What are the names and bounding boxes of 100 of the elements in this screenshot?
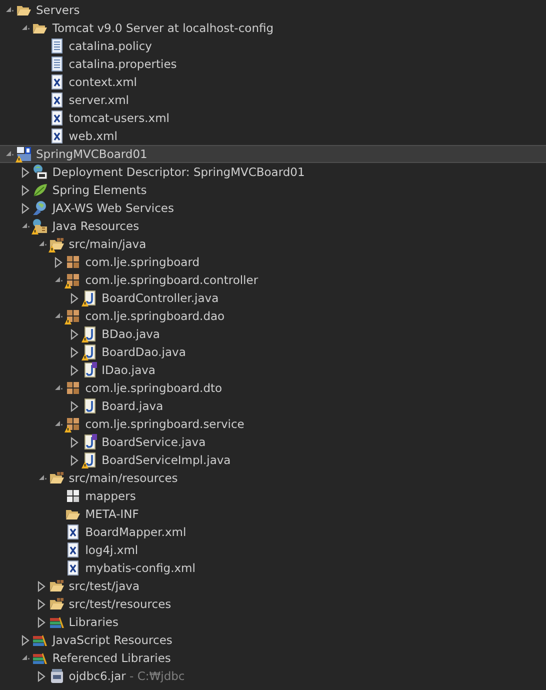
collapsed-arrow-icon[interactable] xyxy=(70,292,80,304)
tree-item-label: Libraries xyxy=(68,615,118,629)
collapsed-arrow-icon[interactable] xyxy=(70,346,80,358)
tree-item-label: catalina.policy xyxy=(68,39,152,53)
tree-item[interactable]: JavaScript Resources xyxy=(0,631,546,649)
tree-item[interactable]: web.xml xyxy=(0,127,546,145)
path-decoration: - C:₩jdbc xyxy=(128,669,185,683)
tree-item[interactable]: com.lje.springboard.controller xyxy=(0,271,546,289)
collapsed-arrow-icon[interactable] xyxy=(37,598,46,610)
tree-item-label: catalina.properties xyxy=(68,57,177,71)
tree-item[interactable]: Servers xyxy=(0,1,546,19)
collapsed-arrow-icon[interactable] xyxy=(20,634,30,646)
tree-item[interactable]: META-INF xyxy=(0,505,546,523)
jar-icon xyxy=(48,668,65,684)
collapsed-arrow-icon[interactable] xyxy=(70,364,80,376)
tree-item-label: com.lje.springboard xyxy=(85,255,200,269)
tree-item[interactable]: IDao.java xyxy=(0,361,546,379)
tree-item-label: BoardController.java xyxy=(102,291,219,305)
collapsed-arrow-icon[interactable] xyxy=(37,670,46,682)
collapsed-arrow-icon[interactable] xyxy=(70,400,80,412)
tree-item[interactable]: com.lje.springboard.dao xyxy=(0,307,546,325)
tree-item-label: Referenced Libraries xyxy=(52,651,171,665)
collapsed-arrow-icon[interactable] xyxy=(20,184,30,196)
tree-item-label: tomcat-users.xml xyxy=(68,111,170,125)
tree-item[interactable]: log4j.xml xyxy=(0,541,546,559)
expanded-arrow-icon[interactable] xyxy=(20,221,30,231)
expanded-arrow-icon[interactable] xyxy=(20,23,30,33)
tree-item-label: META-INF xyxy=(85,507,139,521)
tree-item-label: Spring Elements xyxy=(52,183,147,197)
tree-item-label: src/test/java xyxy=(68,579,140,593)
tree-item[interactable]: Deployment Descriptor: SpringMVCBoard01 xyxy=(0,163,546,181)
tree-item[interactable]: JAX-WS Web Services xyxy=(0,199,546,217)
source-folder-icon xyxy=(48,596,65,612)
xml-file-icon xyxy=(65,560,82,576)
tree-item[interactable]: server.xml xyxy=(0,91,546,109)
tree-item[interactable]: src/main/resources xyxy=(0,469,546,487)
collapsed-arrow-icon[interactable] xyxy=(37,580,46,592)
tree-item-label: log4j.xml xyxy=(85,543,138,557)
tree-item-label: com.lje.springboard.service xyxy=(85,417,244,431)
tree-item[interactable]: src/test/resources xyxy=(0,595,546,613)
tree-item[interactable]: catalina.properties xyxy=(0,55,546,73)
java-file-icon xyxy=(82,344,98,360)
xml-file-icon xyxy=(65,542,82,558)
tree-item[interactable]: BoardService.java xyxy=(0,433,546,451)
tree-item-label: JavaScript Resources xyxy=(52,633,172,647)
tree-item[interactable]: BoardMapper.xml xyxy=(0,523,546,541)
tree-item[interactable]: Spring Elements xyxy=(0,181,546,199)
tree-item[interactable]: com.lje.springboard.dto xyxy=(0,379,546,397)
tree-item[interactable]: BoardServiceImpl.java xyxy=(0,451,546,469)
package-icon xyxy=(65,416,82,432)
expanded-arrow-icon[interactable] xyxy=(20,653,30,663)
tree-item[interactable]: tomcat-users.xml xyxy=(0,109,546,127)
tree-item[interactable]: Java Resources xyxy=(0,217,546,235)
tree-item-label: Servers xyxy=(36,3,80,17)
tree-item[interactable]: catalina.policy xyxy=(0,37,546,55)
tree-item[interactable]: src/test/java xyxy=(0,577,546,595)
collapsed-arrow-icon[interactable] xyxy=(70,454,80,466)
java-file-icon xyxy=(82,398,98,414)
expanded-arrow-icon[interactable] xyxy=(36,239,47,249)
tree-item[interactable]: com.lje.springboard xyxy=(0,253,546,271)
package-icon xyxy=(65,272,82,288)
tree-item[interactable]: mybatis-config.xml xyxy=(0,559,546,577)
tree-item[interactable]: Referenced Libraries xyxy=(0,649,546,667)
expanded-arrow-icon[interactable] xyxy=(53,275,64,285)
tree-item-label: server.xml xyxy=(68,93,130,107)
tree-item-label: src/main/java xyxy=(68,237,146,251)
tree-item-label: BDao.java xyxy=(102,327,160,341)
tree-item[interactable]: mappers xyxy=(0,487,546,505)
tree-item-label: context.xml xyxy=(68,75,137,89)
expanded-arrow-icon[interactable] xyxy=(36,473,47,483)
interface-file-icon xyxy=(82,362,98,378)
tree-item[interactable]: BoardController.java xyxy=(0,289,546,307)
collapsed-arrow-icon[interactable] xyxy=(70,328,80,340)
tree-item-label: com.lje.springboard.controller xyxy=(85,273,258,287)
collapsed-arrow-icon[interactable] xyxy=(37,616,46,628)
tree-item[interactable]: com.lje.springboard.service xyxy=(0,415,546,433)
tree-item[interactable]: BDao.java xyxy=(0,325,546,343)
expanded-arrow-icon[interactable] xyxy=(53,383,64,393)
project-icon xyxy=(16,146,32,162)
tree-item-label: Java Resources xyxy=(52,219,140,233)
expanded-arrow-icon[interactable] xyxy=(53,311,64,321)
tree-item[interactable]: Libraries xyxy=(0,613,546,631)
tree-item-label: mappers xyxy=(85,489,136,503)
collapsed-arrow-icon[interactable] xyxy=(20,202,30,214)
descriptor-icon xyxy=(32,164,48,180)
tree-item[interactable]: context.xml xyxy=(0,73,546,91)
expanded-arrow-icon[interactable] xyxy=(4,149,14,159)
tree-item[interactable]: BoardDao.java xyxy=(0,343,546,361)
xml-file-icon xyxy=(65,524,82,540)
expanded-arrow-icon[interactable] xyxy=(4,5,14,15)
tree-item[interactable]: ojdbc6.jar - C:₩jdbc xyxy=(0,667,546,685)
expanded-arrow-icon[interactable] xyxy=(53,419,64,429)
tree-item-label: com.lje.springboard.dto xyxy=(85,381,222,395)
tree-item[interactable]: SpringMVCBoard01 xyxy=(0,145,546,163)
collapsed-arrow-icon[interactable] xyxy=(70,436,80,448)
collapsed-arrow-icon[interactable] xyxy=(54,256,63,268)
collapsed-arrow-icon[interactable] xyxy=(20,166,30,178)
tree-item[interactable]: Board.java xyxy=(0,397,546,415)
tree-item[interactable]: Tomcat v9.0 Server at localhost-config xyxy=(0,19,546,37)
tree-item[interactable]: src/main/java xyxy=(0,235,546,253)
